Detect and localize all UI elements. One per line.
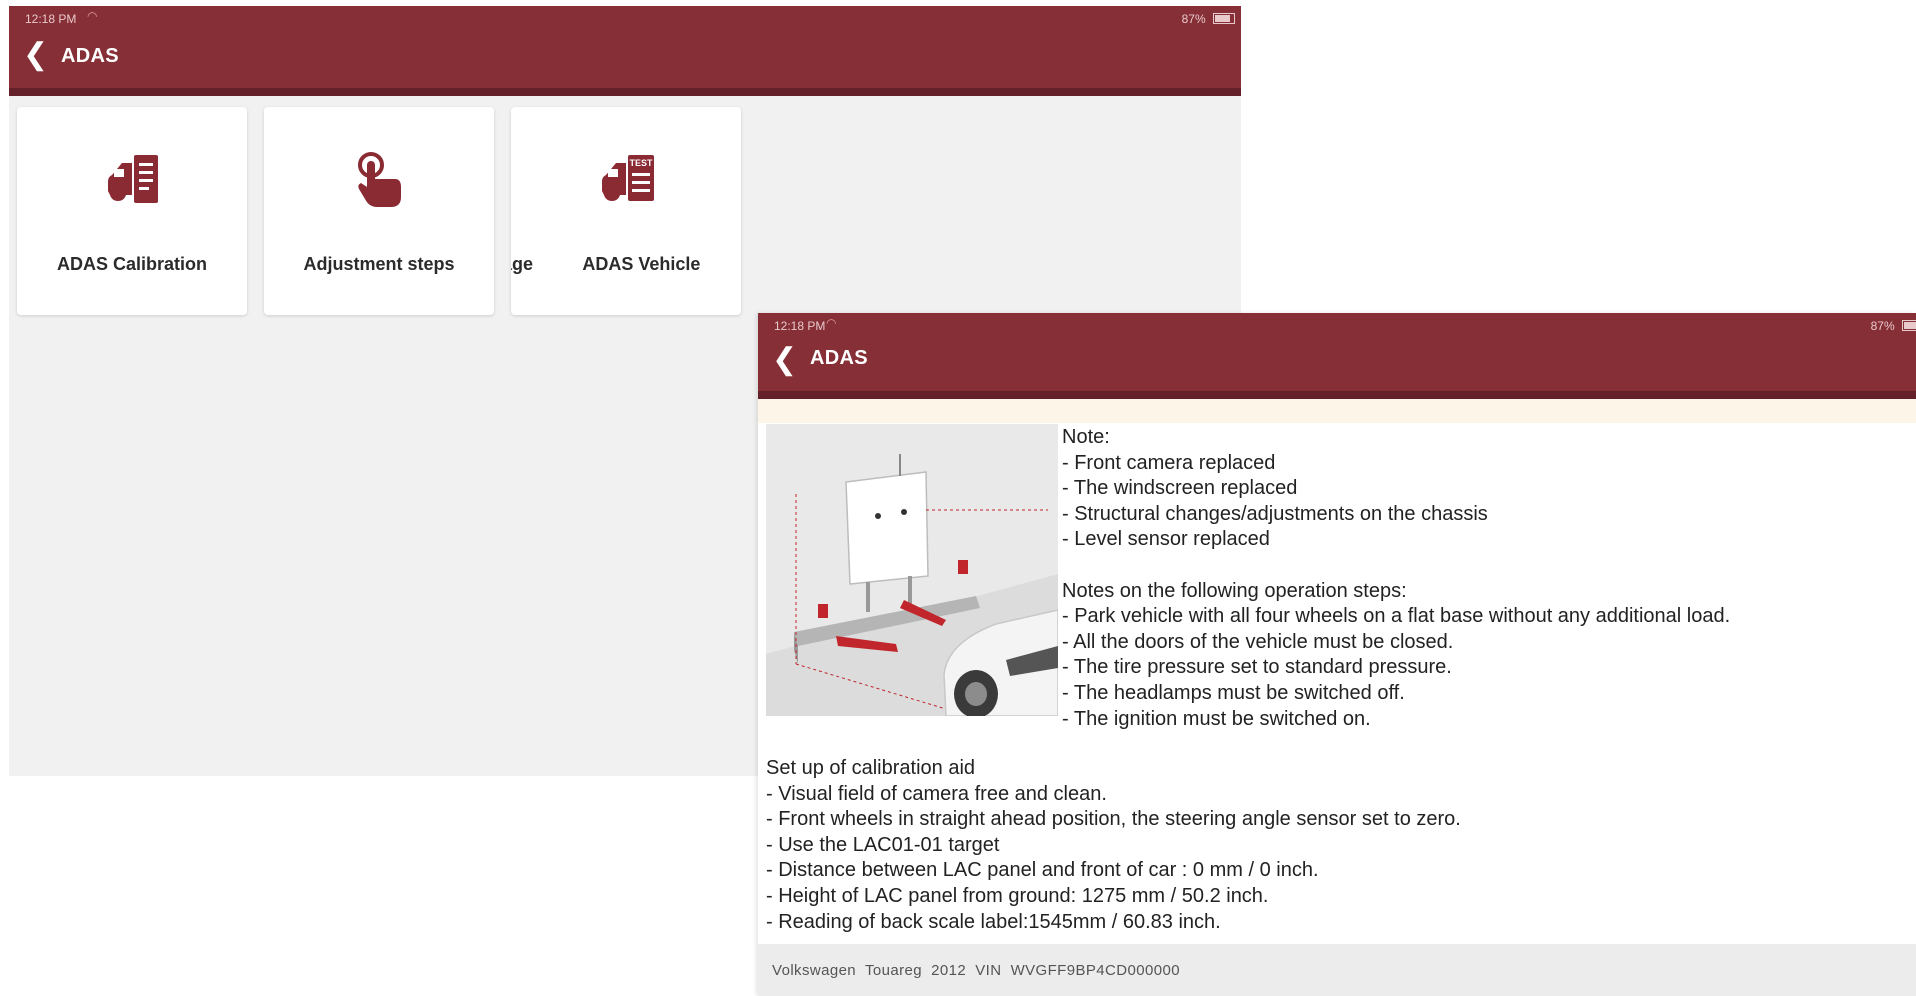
note-line: Notes on the following operation steps: (1062, 579, 1407, 602)
car-document-icon (108, 155, 158, 203)
note-line: - Structural changes/adjustments on the … (1062, 502, 1488, 525)
vehicle-info: Volkswagen Touareg 2012 VIN WVGFF9BP4CD0… (772, 962, 1180, 979)
wifi-icon: ◠ (826, 316, 837, 330)
note-line: Note: (1062, 426, 1110, 448)
notes-list: Note: - Front camera replaced - The wind… (1062, 425, 1730, 732)
note-line: - Front camera replaced (1062, 451, 1276, 474)
note-line: - The ignition must be switched on. (1062, 707, 1371, 730)
tile-adas-calibration[interactable]: ADAS Calibration (17, 107, 247, 315)
tile-adjustment-steps[interactable]: Adjustment steps (264, 107, 494, 315)
wifi-icon: ◠ (87, 9, 98, 23)
setup-line: - Front wheels in straight ahead positio… (766, 808, 1461, 831)
note-line: - The windscreen replaced (1062, 477, 1298, 500)
status-bar: 12:18 PM ◠ 87% (758, 313, 1916, 335)
status-time: 12:18 PM (774, 319, 826, 333)
status-bar: 12:18 PM ◠ 87% (9, 6, 1241, 30)
setup-line: - Reading of back scale label:1545mm / 6… (766, 910, 1221, 933)
battery-icon (1902, 320, 1916, 331)
vehicle-model: Touareg (864, 962, 922, 979)
tile-label: Adjustment steps (303, 254, 455, 274)
setup-line: - Height of LAC panel from ground: 1275 … (766, 884, 1269, 907)
status-time: 12:18 PM (25, 12, 77, 26)
note-line: - Level sensor replaced (1062, 528, 1270, 551)
note-line: - Park vehicle with all four wheels on a… (1062, 605, 1731, 628)
notice-strip (758, 399, 1916, 423)
app-header: ❮ ADAS (9, 30, 1241, 96)
page-title: ADAS (61, 45, 119, 67)
instructions-content[interactable]: Note: - Front camera replaced - The wind… (766, 424, 1916, 944)
note-line: - The headlamps must be switched off. (1062, 681, 1405, 704)
battery-percent: 87% (1181, 12, 1206, 26)
app-header: ❮ ADAS (758, 335, 1916, 399)
svg-text:TEST: TEST (629, 158, 653, 168)
battery-icon (1213, 13, 1235, 24)
note-spacer (1062, 553, 1730, 579)
battery-indicator: 87% (1182, 12, 1235, 26)
vin-label: VIN (975, 962, 1002, 979)
setup-line: - Distance between LAC panel and front o… (766, 859, 1319, 882)
battery-percent: 87% (1870, 319, 1895, 333)
adjustment-steps-screen: 12:18 PM ◠ 87% ❮ ADAS Note: - Front came… (758, 313, 1916, 996)
tile-label-scrolling: Coverage ADAS Vehicle (511, 254, 741, 278)
chevron-left-icon[interactable]: ❮ (772, 345, 797, 375)
tile-label: Coverage ADAS Vehicle (511, 254, 701, 274)
vehicle-make: Volkswagen (772, 962, 857, 979)
tap-hand-icon (358, 152, 401, 207)
tile-label: ADAS Calibration (56, 254, 207, 274)
note-line: - The tire pressure set to standard pres… (1062, 656, 1452, 679)
vehicle-year: 2012 (931, 962, 967, 979)
car-test-document-icon: TEST (602, 155, 654, 201)
calibration-setup-illustration (766, 424, 1058, 716)
page-title: ADAS (810, 347, 868, 369)
vin-value: WVGFF9BP4CD000000 (1010, 962, 1180, 979)
vehicle-info-footer: Volkswagen Touareg 2012 VIN WVGFF9BP4CD0… (758, 944, 1916, 996)
battery-indicator: 87% (1871, 319, 1916, 333)
setup-list: Set up of calibration aid - Visual field… (766, 756, 1461, 935)
setup-line: - Use the LAC01-01 target (766, 833, 1000, 856)
setup-line: - Visual field of camera free and clean. (766, 782, 1107, 805)
chevron-left-icon[interactable]: ❮ (23, 40, 48, 70)
tile-vehicle-coverage[interactable]: TEST Coverage ADAS Vehicle (511, 107, 741, 315)
note-line: - All the doors of the vehicle must be c… (1062, 630, 1454, 653)
setup-line: Set up of calibration aid (766, 757, 976, 779)
